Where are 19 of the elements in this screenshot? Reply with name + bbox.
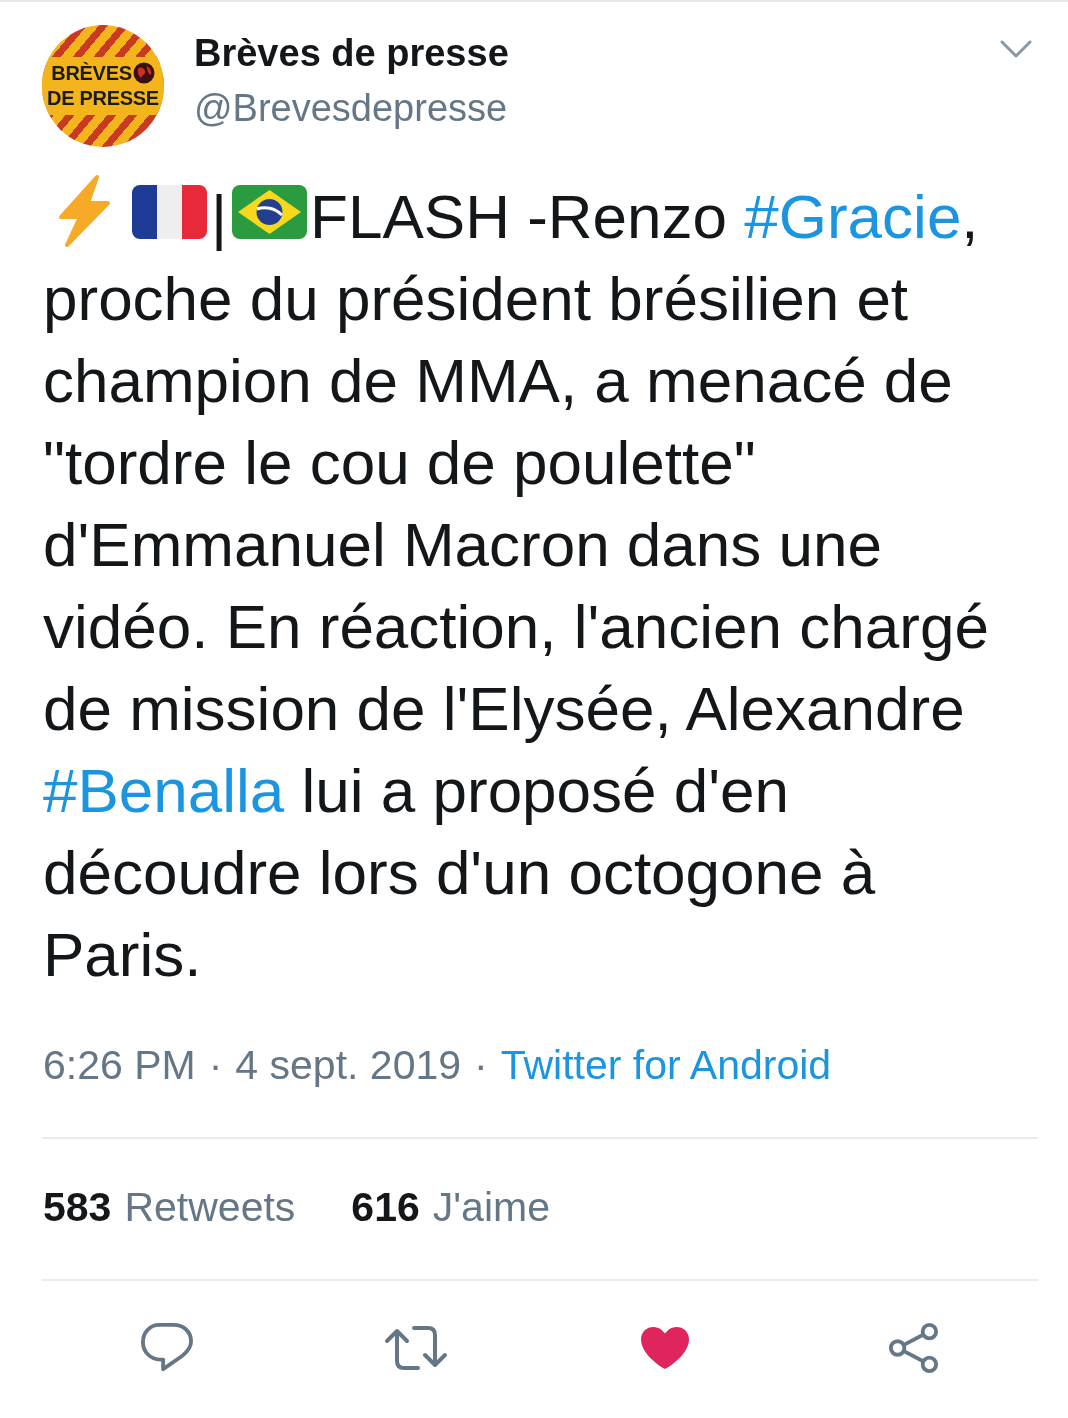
separator-dot: · [474, 1041, 488, 1090]
stat-link[interactable]: 616 J'aime [351, 1182, 550, 1232]
france-flag-icon [132, 185, 207, 239]
share-icon[interactable] [886, 1322, 941, 1374]
separator-dot: · [208, 1041, 223, 1090]
avatar-logo[interactable]: BRÈVES DE PRESSE [42, 25, 164, 147]
user-handle[interactable]: @Brevesdepresse [194, 86, 509, 130]
retweet-arrows-icon[interactable] [382, 1323, 449, 1373]
stat-link[interactable]: 583 Retweets [43, 1182, 296, 1232]
brazil-flag-icon [232, 185, 308, 239]
logo-text: DE PRESSE [47, 86, 159, 110]
tweet-date: 4 sept. 2019 [235, 1041, 462, 1090]
tweet-time: 6:26 PM [43, 1041, 196, 1090]
tweet-text: | FLASH -Renzo #Gracie, proche du président brésilien et champion de MMA, a menacé de "tordre le cou de poulette" d'Emmanuel Macron dans une vidéo. En réaction, l'ancien chargé de mission de l'Elysée, Alexandre #Benalla lui a proposé d'en découdre lors d'un octogone à Paris. [43, 174, 1038, 996]
logo-text: BRÈVES [51, 61, 132, 85]
globe-icon [132, 62, 155, 84]
chevron-down-icon[interactable] [1000, 40, 1032, 58]
speech-bubble-icon[interactable] [139, 1322, 194, 1374]
display-name[interactable]: Brèves de presse [194, 31, 509, 75]
